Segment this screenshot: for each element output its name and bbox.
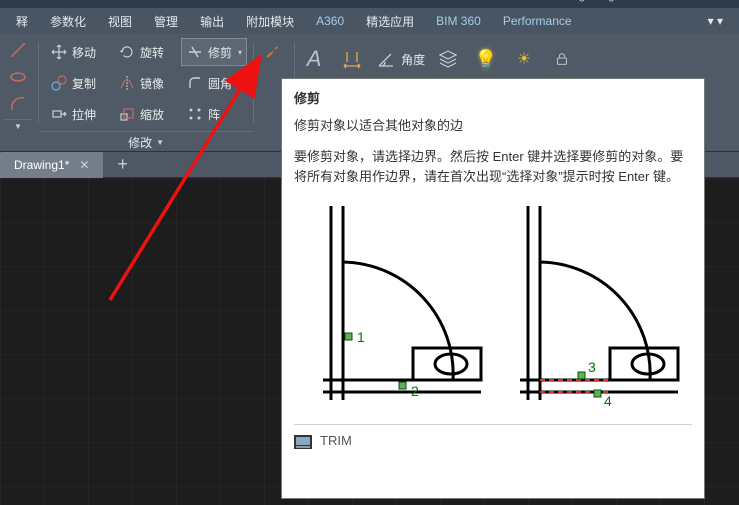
tool-move[interactable]: 移动 bbox=[45, 38, 101, 66]
tooltip-paragraph: 要修剪对象，请选择边界。然后按 Enter 键并选择要修剪的对象。要将所有对象用… bbox=[294, 147, 692, 189]
menu-annotate[interactable]: 释 bbox=[6, 9, 38, 34]
tool-mirror-label: 镜像 bbox=[140, 75, 164, 92]
tool-rotate-label: 旋转 bbox=[140, 44, 164, 61]
lightbulb-icon[interactable]: 💡 bbox=[471, 44, 501, 74]
svg-text:2: 2 bbox=[411, 383, 419, 399]
menu-output[interactable]: 输出 bbox=[190, 9, 234, 34]
tool-brush[interactable] bbox=[260, 38, 288, 66]
tool-angle[interactable]: 角度 bbox=[375, 44, 425, 74]
app-title: Autodesk AutoCAD 2016 Drawing1.dwg bbox=[420, 0, 614, 2]
menu-manage[interactable]: 管理 bbox=[144, 9, 188, 34]
menu-view[interactable]: 视图 bbox=[98, 9, 142, 34]
tool-fillet[interactable]: 圆角 bbox=[181, 69, 247, 97]
menu-a360[interactable]: A360 bbox=[306, 10, 354, 32]
close-icon[interactable]: ✕ bbox=[79, 158, 89, 172]
tool-stretch[interactable]: 拉伸 bbox=[45, 100, 101, 128]
tool-dimension[interactable] bbox=[337, 44, 367, 74]
sun-icon[interactable]: ☀ bbox=[509, 44, 539, 74]
tool-scale[interactable]: 缩放 bbox=[113, 100, 169, 128]
diagram-before: 1 2 bbox=[303, 200, 486, 410]
svg-text:1: 1 bbox=[357, 329, 365, 345]
tool-line[interactable] bbox=[4, 38, 32, 62]
tool-array[interactable]: 阵 bbox=[181, 100, 247, 128]
tooltip-trim: 修剪 修剪对象以适合其他对象的边 要修剪对象，请选择边界。然后按 Enter 键… bbox=[281, 78, 705, 499]
tool-array-label: 阵 bbox=[208, 106, 220, 123]
tooltip-title: 修剪 bbox=[294, 89, 692, 110]
menu-bar: 释 参数化 视图 管理 输出 附加模块 A360 精选应用 BIM 360 Pe… bbox=[0, 8, 739, 34]
diagram-after: 3 4 bbox=[500, 200, 683, 410]
tool-copy-label: 复制 bbox=[72, 75, 96, 92]
panel-dropdown-icon[interactable]: ▾ ▾ bbox=[698, 10, 733, 32]
tooltip-cmd-label: TRIM bbox=[320, 431, 352, 452]
tool-mirror[interactable]: 镜像 bbox=[113, 69, 169, 97]
tool-arc[interactable] bbox=[4, 92, 32, 116]
tooltip-diagrams: 1 2 3 4 bbox=[294, 200, 692, 410]
menu-addins[interactable]: 附加模块 bbox=[236, 9, 304, 34]
svg-text:3: 3 bbox=[588, 359, 596, 375]
lock-icon[interactable] bbox=[547, 44, 577, 74]
tool-stretch-label: 拉伸 bbox=[72, 106, 96, 123]
title-bar: Autodesk AutoCAD 2016 Drawing1.dwg bbox=[0, 0, 739, 8]
tool-move-label: 移动 bbox=[72, 44, 96, 61]
tool-copy[interactable]: 复制 bbox=[45, 69, 101, 97]
tool-trim-label: 修剪 bbox=[208, 44, 232, 61]
svg-text:4: 4 bbox=[604, 393, 612, 409]
tooltip-desc: 修剪对象以适合其他对象的边 bbox=[294, 116, 692, 137]
tooltip-command: TRIM bbox=[294, 424, 692, 452]
tool-trim[interactable]: 修剪 ▾ bbox=[181, 38, 247, 66]
tool-ellipse[interactable] bbox=[4, 65, 32, 89]
tool-angle-label: 角度 bbox=[401, 51, 425, 68]
panel-modify-label[interactable]: 修改▼ bbox=[39, 131, 253, 151]
tool-text[interactable]: A bbox=[299, 44, 329, 74]
menu-parametric[interactable]: 参数化 bbox=[40, 9, 96, 34]
command-icon bbox=[294, 435, 312, 449]
tab-drawing1[interactable]: Drawing1* ✕ bbox=[0, 152, 103, 178]
tool-scale-label: 缩放 bbox=[140, 106, 164, 123]
tool-layers[interactable] bbox=[433, 44, 463, 74]
menu-bim360[interactable]: BIM 360 bbox=[426, 10, 491, 32]
menu-performance[interactable]: Performance bbox=[493, 10, 582, 32]
panel-expand-icon[interactable]: ▼ bbox=[4, 119, 32, 131]
menu-featured[interactable]: 精选应用 bbox=[356, 9, 424, 34]
new-tab-button[interactable]: + bbox=[103, 154, 142, 175]
tool-rotate[interactable]: 旋转 bbox=[113, 38, 169, 66]
tool-fillet-label: 圆角 bbox=[208, 75, 232, 92]
tab-label: Drawing1* bbox=[14, 158, 69, 172]
